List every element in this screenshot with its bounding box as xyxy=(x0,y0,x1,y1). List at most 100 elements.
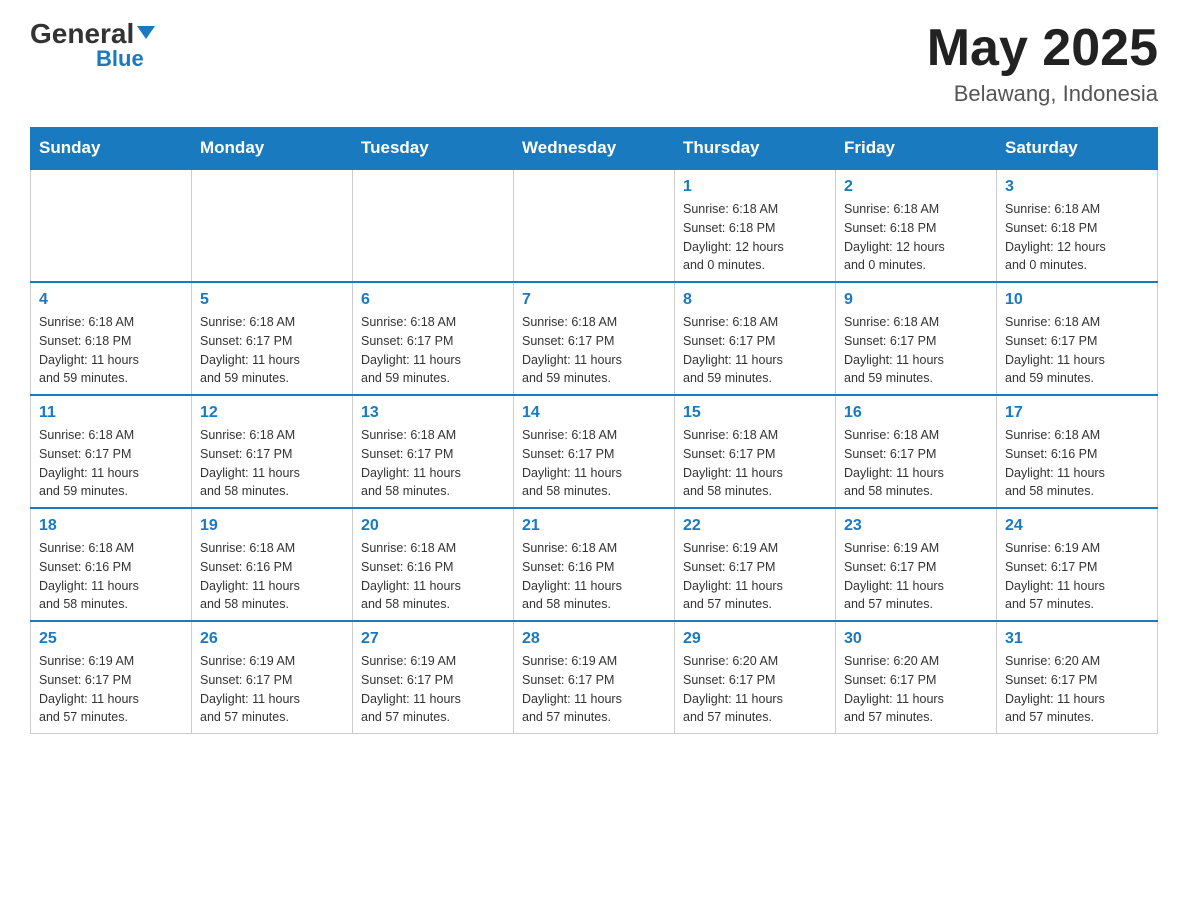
day-info: Sunrise: 6:18 AM Sunset: 6:17 PM Dayligh… xyxy=(1005,313,1149,388)
day-number: 21 xyxy=(522,517,666,535)
day-info: Sunrise: 6:18 AM Sunset: 6:17 PM Dayligh… xyxy=(683,426,827,501)
day-info: Sunrise: 6:18 AM Sunset: 6:18 PM Dayligh… xyxy=(1005,200,1149,275)
day-number: 24 xyxy=(1005,517,1149,535)
header-sunday: Sunday xyxy=(31,128,192,170)
day-info: Sunrise: 6:18 AM Sunset: 6:18 PM Dayligh… xyxy=(39,313,183,388)
day-number: 6 xyxy=(361,291,505,309)
day-info: Sunrise: 6:18 AM Sunset: 6:17 PM Dayligh… xyxy=(522,313,666,388)
calendar-cell xyxy=(31,169,192,282)
day-number: 14 xyxy=(522,404,666,422)
calendar-cell: 30 Sunrise: 6:20 AM Sunset: 6:17 PM Dayli… xyxy=(836,621,997,734)
day-info: Sunrise: 6:20 AM Sunset: 6:17 PM Dayligh… xyxy=(683,652,827,727)
day-number: 11 xyxy=(39,404,183,422)
day-number: 17 xyxy=(1005,404,1149,422)
day-info: Sunrise: 6:19 AM Sunset: 6:17 PM Dayligh… xyxy=(1005,539,1149,614)
logo-triangle-icon xyxy=(137,26,155,39)
calendar-cell: 28 Sunrise: 6:19 AM Sunset: 6:17 PM Dayli… xyxy=(514,621,675,734)
calendar-cell: 24 Sunrise: 6:19 AM Sunset: 6:17 PM Dayli… xyxy=(997,508,1158,621)
day-number: 12 xyxy=(200,404,344,422)
logo-general-text: General xyxy=(30,20,155,48)
day-number: 26 xyxy=(200,630,344,648)
day-info: Sunrise: 6:19 AM Sunset: 6:17 PM Dayligh… xyxy=(39,652,183,727)
header-tuesday: Tuesday xyxy=(353,128,514,170)
day-info: Sunrise: 6:20 AM Sunset: 6:17 PM Dayligh… xyxy=(844,652,988,727)
day-number: 4 xyxy=(39,291,183,309)
day-number: 9 xyxy=(844,291,988,309)
calendar-cell: 22 Sunrise: 6:19 AM Sunset: 6:17 PM Dayli… xyxy=(675,508,836,621)
month-year-title: May 2025 xyxy=(927,20,1158,77)
calendar-cell: 10 Sunrise: 6:18 AM Sunset: 6:17 PM Dayli… xyxy=(997,282,1158,395)
calendar-cell: 5Sunrise: 6:18 AM Sunset: 6:17 PM Daylig… xyxy=(192,282,353,395)
day-info: Sunrise: 6:18 AM Sunset: 6:18 PM Dayligh… xyxy=(683,200,827,275)
day-number: 23 xyxy=(844,517,988,535)
calendar-cell: 25 Sunrise: 6:19 AM Sunset: 6:17 PM Dayli… xyxy=(31,621,192,734)
calendar-cell: 7 Sunrise: 6:18 AM Sunset: 6:17 PM Daylig… xyxy=(514,282,675,395)
calendar-cell: 12 Sunrise: 6:18 AM Sunset: 6:17 PM Dayli… xyxy=(192,395,353,508)
day-number: 3 xyxy=(1005,178,1149,196)
calendar-cell: 19 Sunrise: 6:18 AM Sunset: 6:16 PM Dayli… xyxy=(192,508,353,621)
day-info: Sunrise: 6:19 AM Sunset: 6:17 PM Dayligh… xyxy=(844,539,988,614)
day-info: Sunrise: 6:19 AM Sunset: 6:17 PM Dayligh… xyxy=(683,539,827,614)
day-info: Sunrise: 6:18 AM Sunset: 6:17 PM Dayligh… xyxy=(361,313,505,388)
day-info: Sunrise: 6:18 AM Sunset: 6:16 PM Dayligh… xyxy=(522,539,666,614)
day-info: Sunrise: 6:19 AM Sunset: 6:17 PM Dayligh… xyxy=(522,652,666,727)
day-number: 25 xyxy=(39,630,183,648)
calendar-cell: 13Sunrise: 6:18 AM Sunset: 6:17 PM Dayli… xyxy=(353,395,514,508)
logo-blue-text: Blue xyxy=(96,46,144,71)
calendar-cell: 4 Sunrise: 6:18 AM Sunset: 6:18 PM Daylig… xyxy=(31,282,192,395)
day-number: 7 xyxy=(522,291,666,309)
calendar-week-row-5: 25 Sunrise: 6:19 AM Sunset: 6:17 PM Dayli… xyxy=(31,621,1158,734)
day-number: 1 xyxy=(683,178,827,196)
calendar-cell xyxy=(192,169,353,282)
calendar-cell: 29 Sunrise: 6:20 AM Sunset: 6:17 PM Dayli… xyxy=(675,621,836,734)
day-number: 27 xyxy=(361,630,505,648)
day-info: Sunrise: 6:18 AM Sunset: 6:17 PM Dayligh… xyxy=(683,313,827,388)
day-info: Sunrise: 6:19 AM Sunset: 6:17 PM Dayligh… xyxy=(200,652,344,727)
day-info: Sunrise: 6:18 AM Sunset: 6:16 PM Dayligh… xyxy=(200,539,344,614)
calendar-cell: 31Sunrise: 6:20 AM Sunset: 6:17 PM Dayli… xyxy=(997,621,1158,734)
day-number: 28 xyxy=(522,630,666,648)
calendar-cell: 9 Sunrise: 6:18 AM Sunset: 6:17 PM Daylig… xyxy=(836,282,997,395)
calendar-cell xyxy=(353,169,514,282)
calendar-cell: 17Sunrise: 6:18 AM Sunset: 6:16 PM Dayli… xyxy=(997,395,1158,508)
day-number: 10 xyxy=(1005,291,1149,309)
header-monday: Monday xyxy=(192,128,353,170)
calendar-cell: 23 Sunrise: 6:19 AM Sunset: 6:17 PM Dayli… xyxy=(836,508,997,621)
calendar-cell: 15Sunrise: 6:18 AM Sunset: 6:17 PM Dayli… xyxy=(675,395,836,508)
day-info: Sunrise: 6:18 AM Sunset: 6:17 PM Dayligh… xyxy=(361,426,505,501)
day-info: Sunrise: 6:18 AM Sunset: 6:18 PM Dayligh… xyxy=(844,200,988,275)
day-info: Sunrise: 6:19 AM Sunset: 6:17 PM Dayligh… xyxy=(361,652,505,727)
day-info: Sunrise: 6:18 AM Sunset: 6:17 PM Dayligh… xyxy=(522,426,666,501)
calendar-week-row-4: 18Sunrise: 6:18 AM Sunset: 6:16 PM Dayli… xyxy=(31,508,1158,621)
day-info: Sunrise: 6:18 AM Sunset: 6:16 PM Dayligh… xyxy=(361,539,505,614)
calendar-header-row: Sunday Monday Tuesday Wednesday Thursday… xyxy=(31,128,1158,170)
day-number: 30 xyxy=(844,630,988,648)
calendar-week-row-2: 4 Sunrise: 6:18 AM Sunset: 6:18 PM Daylig… xyxy=(31,282,1158,395)
day-number: 19 xyxy=(200,517,344,535)
calendar-cell: 8Sunrise: 6:18 AM Sunset: 6:17 PM Daylig… xyxy=(675,282,836,395)
location-subtitle: Belawang, Indonesia xyxy=(927,81,1158,107)
header-wednesday: Wednesday xyxy=(514,128,675,170)
calendar-cell: 21 Sunrise: 6:18 AM Sunset: 6:16 PM Dayli… xyxy=(514,508,675,621)
calendar-cell: 3 Sunrise: 6:18 AM Sunset: 6:18 PM Daylig… xyxy=(997,169,1158,282)
day-info: Sunrise: 6:18 AM Sunset: 6:17 PM Dayligh… xyxy=(844,313,988,388)
calendar-cell: 14 Sunrise: 6:18 AM Sunset: 6:17 PM Dayli… xyxy=(514,395,675,508)
day-number: 20 xyxy=(361,517,505,535)
day-info: Sunrise: 6:18 AM Sunset: 6:17 PM Dayligh… xyxy=(39,426,183,501)
day-info: Sunrise: 6:18 AM Sunset: 6:16 PM Dayligh… xyxy=(39,539,183,614)
header-friday: Friday xyxy=(836,128,997,170)
calendar-cell: 16Sunrise: 6:18 AM Sunset: 6:17 PM Dayli… xyxy=(836,395,997,508)
calendar-cell: 6 Sunrise: 6:18 AM Sunset: 6:17 PM Daylig… xyxy=(353,282,514,395)
day-number: 29 xyxy=(683,630,827,648)
day-info: Sunrise: 6:18 AM Sunset: 6:17 PM Dayligh… xyxy=(200,426,344,501)
calendar-table: Sunday Monday Tuesday Wednesday Thursday… xyxy=(30,127,1158,734)
day-number: 22 xyxy=(683,517,827,535)
calendar-cell: 2Sunrise: 6:18 AM Sunset: 6:18 PM Daylig… xyxy=(836,169,997,282)
calendar-cell: 1 Sunrise: 6:18 AM Sunset: 6:18 PM Daylig… xyxy=(675,169,836,282)
page-header: General Blue May 2025 Belawang, Indonesi… xyxy=(30,20,1158,107)
calendar-cell: 11 Sunrise: 6:18 AM Sunset: 6:17 PM Dayli… xyxy=(31,395,192,508)
header-thursday: Thursday xyxy=(675,128,836,170)
day-info: Sunrise: 6:20 AM Sunset: 6:17 PM Dayligh… xyxy=(1005,652,1149,727)
calendar-week-row-1: 1 Sunrise: 6:18 AM Sunset: 6:18 PM Daylig… xyxy=(31,169,1158,282)
header-saturday: Saturday xyxy=(997,128,1158,170)
